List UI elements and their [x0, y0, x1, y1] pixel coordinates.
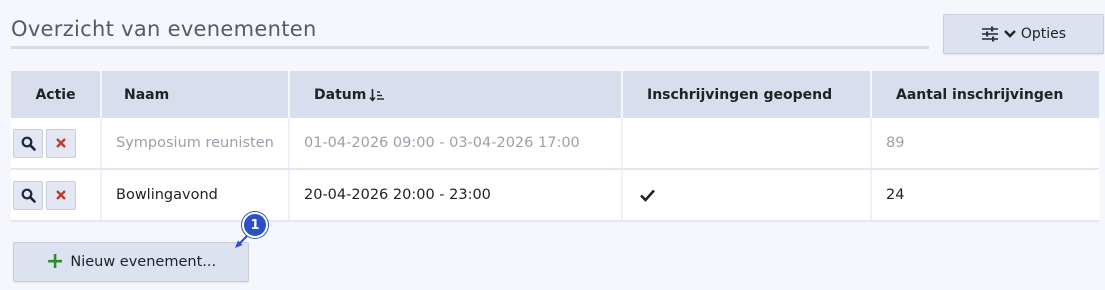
plus-icon: +	[45, 249, 65, 274]
column-header-inschrijvingen-geopend[interactable]: Inschrijvingen geopend	[623, 71, 872, 118]
view-button[interactable]	[13, 128, 43, 158]
column-header-naam[interactable]: Naam	[102, 71, 290, 118]
search-icon	[21, 136, 36, 151]
registrations-open-cell	[623, 118, 872, 168]
chevron-down-icon	[1004, 30, 1016, 38]
column-header-actie: Actie	[11, 71, 102, 118]
checkmark-icon	[640, 189, 655, 202]
event-name: Bowlingavond	[102, 170, 290, 220]
registration-count: 89	[886, 135, 905, 151]
close-icon	[56, 138, 66, 148]
row-actions	[11, 170, 102, 220]
table-header: Actie Naam Datum Inschrijvingen geopend …	[11, 71, 1099, 118]
page-title: Overzicht van evenementen	[11, 17, 317, 41]
options-button-label: Opties	[1020, 26, 1067, 42]
search-icon	[21, 188, 36, 203]
event-name: Symposium reunisten	[102, 118, 290, 168]
event-date: 20-04-2026 20:00 - 23:00	[290, 170, 623, 220]
table-row: Bowlingavond 20-04-2026 20:00 - 23:00 24	[11, 170, 1099, 222]
registrations-open-cell	[623, 170, 872, 220]
row-actions	[11, 118, 102, 168]
event-date: 01-04-2026 09:00 - 03-04-2026 17:00	[290, 118, 623, 168]
new-event-button[interactable]: + Nieuw evenement...	[13, 242, 249, 282]
sliders-icon	[981, 26, 998, 42]
close-icon	[56, 190, 66, 200]
column-header-datum-label: Datum	[314, 86, 367, 103]
step-badge: 1	[242, 212, 268, 238]
column-header-datum[interactable]: Datum	[290, 71, 623, 118]
options-button[interactable]: Opties	[943, 14, 1104, 54]
delete-button[interactable]	[46, 180, 76, 210]
column-header-aantal-inschrijvingen[interactable]: Aantal inschrijvingen	[872, 71, 1099, 118]
new-event-button-label: Nieuw evenement...	[70, 254, 217, 270]
delete-button[interactable]	[46, 128, 76, 158]
events-table: Actie Naam Datum Inschrijvingen geopend …	[11, 71, 1099, 222]
sort-ascending-icon	[369, 87, 385, 103]
view-button[interactable]	[13, 180, 43, 210]
registration-count: 24	[886, 187, 905, 203]
table-row: Symposium reunisten 01-04-2026 09:00 - 0…	[11, 118, 1099, 170]
title-underline	[11, 46, 929, 49]
